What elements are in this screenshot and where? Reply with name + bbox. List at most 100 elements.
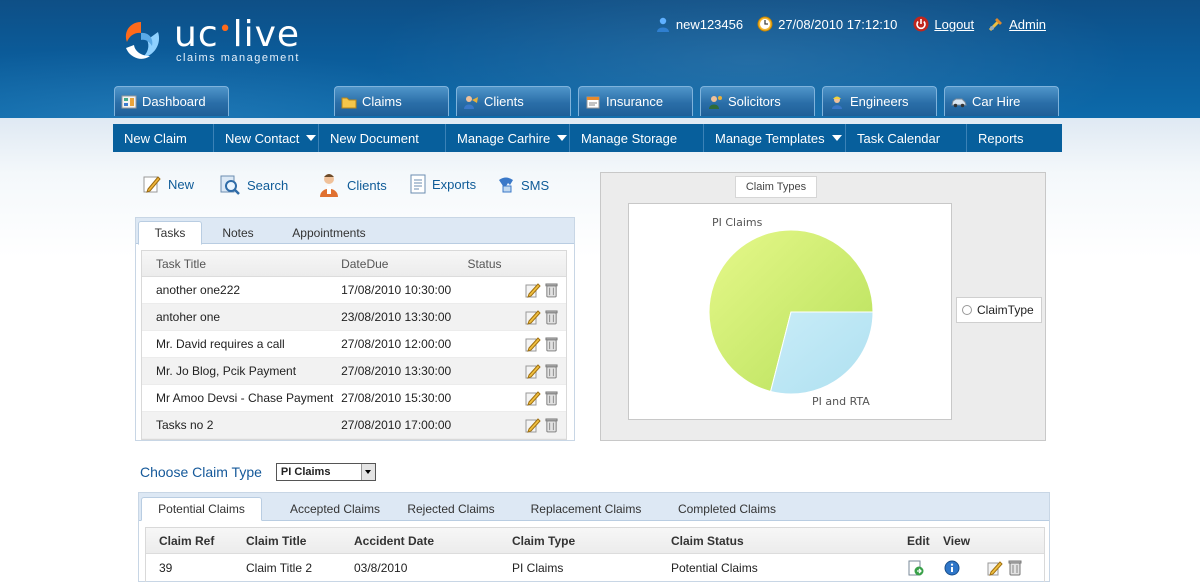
- tab-potential-claims[interactable]: Potential Claims: [141, 497, 262, 521]
- user-info-bar: new123456 27/08/2010 17:12:10 Logout Adm…: [655, 16, 1046, 32]
- cell-status-actions: [467, 336, 566, 352]
- tab-car-hire[interactable]: Car Hire: [944, 86, 1059, 116]
- table-row[interactable]: Tasks no 2 27/08/2010 17:00:00: [142, 412, 566, 439]
- subnav-reports[interactable]: Reports: [967, 124, 1062, 152]
- tab-replacement-claims[interactable]: Replacement Claims: [521, 497, 651, 521]
- username: new123456: [675, 16, 744, 32]
- column-header-datedue[interactable]: DateDue: [341, 257, 467, 271]
- subnav-task-calendar[interactable]: Task Calendar: [846, 124, 967, 152]
- logout-label[interactable]: Logout: [934, 17, 974, 32]
- clients-icon: [464, 95, 478, 109]
- app-logo[interactable]: uc•live claims management: [118, 14, 318, 72]
- clients-icon: [320, 174, 338, 197]
- quick-clients-button[interactable]: Clients: [317, 172, 387, 198]
- tab-accepted-claims[interactable]: Accepted Claims: [269, 497, 401, 521]
- column-header-status[interactable]: Status: [467, 257, 566, 271]
- chart-legend[interactable]: ClaimType: [956, 297, 1042, 323]
- tab-tasks[interactable]: Tasks: [138, 221, 202, 245]
- sub-navigation: New Claim New Contact New Document Manag…: [113, 124, 1062, 152]
- trash-icon[interactable]: [545, 309, 558, 325]
- quick-new-button[interactable]: New: [142, 174, 194, 194]
- column-header-claim-ref[interactable]: Claim Ref: [159, 534, 214, 548]
- edit-pencil-icon[interactable]: [525, 336, 541, 352]
- cell-date-due: 27/08/2010 15:30:00: [341, 391, 452, 405]
- insurance-icon: [586, 96, 600, 108]
- cell-date-due: 17/08/2010 10:30:00: [341, 283, 452, 297]
- tab-appointments[interactable]: Appointments: [276, 221, 382, 245]
- tab-completed-claims[interactable]: Completed Claims: [669, 497, 785, 521]
- legend-marker: [962, 305, 972, 315]
- tab-dashboard[interactable]: Dashboard: [114, 86, 229, 116]
- edit-pencil-icon[interactable]: [525, 417, 541, 433]
- choose-claim-type-label: Choose Claim Type: [140, 464, 262, 480]
- trash-icon[interactable]: [545, 390, 558, 406]
- table-row[interactable]: 39 Claim Title 2 03/8/2010 PI Claims Pot…: [146, 554, 1044, 582]
- subnav-new-claim[interactable]: New Claim: [113, 124, 214, 152]
- edit-pencil-icon[interactable]: [525, 390, 541, 406]
- claim-type-select[interactable]: PI Claims: [275, 463, 376, 481]
- cell-task-title: another one222: [156, 283, 241, 297]
- chevron-down-icon: [831, 135, 842, 141]
- search-icon: [220, 175, 240, 195]
- chart-title: Claim Types: [735, 176, 817, 198]
- main-tab-bar: Dashboard Claims Clients Insurance Solic…: [0, 86, 1200, 116]
- tab-claims[interactable]: Claims: [334, 86, 449, 116]
- column-header-task-title[interactable]: Task Title: [142, 257, 341, 271]
- trash-icon[interactable]: [545, 282, 558, 298]
- edit-pencil-icon[interactable]: [525, 309, 541, 325]
- user-icon: [656, 17, 669, 32]
- column-header-claim-title[interactable]: Claim Title: [246, 534, 306, 548]
- claims-panel: Potential Claims Accepted Claims Rejecte…: [138, 492, 1050, 582]
- claim-type-selected: PI Claims: [280, 466, 331, 478]
- subnav-manage-carhire[interactable]: Manage Carhire: [446, 124, 570, 152]
- current-datetime: 27/08/2010 17:12:10: [778, 16, 898, 32]
- info-icon[interactable]: [944, 560, 960, 576]
- cell-status-actions: [467, 390, 566, 406]
- clock-icon: [757, 16, 773, 32]
- edit-record-icon[interactable]: [908, 560, 924, 576]
- subnav-manage-storage[interactable]: Manage Storage: [570, 124, 704, 152]
- cell-status-actions: [467, 363, 566, 379]
- tab-notes[interactable]: Notes: [206, 221, 270, 245]
- cell-claim-type: PI Claims: [512, 561, 564, 575]
- table-row[interactable]: Mr. Jo Blog, Pcik Payment 27/08/2010 13:3…: [142, 358, 566, 385]
- trash-icon[interactable]: [545, 417, 558, 433]
- edit-pencil-icon[interactable]: [987, 560, 1003, 576]
- cell-task-title: Tasks no 2: [156, 418, 214, 432]
- admin-tools-icon: [989, 18, 1003, 32]
- edit-pencil-icon[interactable]: [525, 282, 541, 298]
- subnav-manage-templates[interactable]: Manage Templates: [704, 124, 846, 152]
- logo-wordmark: uc•live: [174, 14, 301, 55]
- subnav-new-document[interactable]: New Document: [319, 124, 446, 152]
- tasks-tabstrip: Tasks Notes Appointments: [136, 218, 574, 245]
- tab-insurance[interactable]: Insurance: [578, 86, 693, 116]
- admin-link[interactable]: Admin: [988, 16, 1046, 32]
- quick-search-button[interactable]: Search: [219, 174, 288, 196]
- tab-clients[interactable]: Clients: [456, 86, 571, 116]
- folder-icon: [341, 97, 357, 108]
- table-row[interactable]: Mr Amoo Devsi - Chase Payment 27/08/2010 …: [142, 385, 566, 412]
- column-header-accident-date[interactable]: Accident Date: [354, 534, 434, 548]
- column-header-claim-type[interactable]: Claim Type: [512, 534, 575, 548]
- quick-sms-button[interactable]: SMS: [497, 176, 549, 194]
- edit-pencil-icon[interactable]: [525, 363, 541, 379]
- cell-task-title: Mr. David requires a call: [156, 337, 285, 351]
- table-row[interactable]: another one222 17/08/2010 10:30:00: [142, 277, 566, 304]
- subnav-new-contact[interactable]: New Contact: [214, 124, 319, 152]
- table-row[interactable]: antoher one 23/08/2010 13:30:00: [142, 304, 566, 331]
- tab-engineers[interactable]: Engineers: [822, 86, 937, 116]
- table-row[interactable]: Mr. David requires a call 27/08/2010 12:0…: [142, 331, 566, 358]
- cell-status-actions: [467, 282, 566, 298]
- trash-icon[interactable]: [545, 363, 558, 379]
- quick-exports-button[interactable]: Exports: [410, 174, 476, 194]
- cell-date-due: 27/08/2010 12:00:00: [341, 337, 452, 351]
- tab-rejected-claims[interactable]: Rejected Claims: [401, 497, 501, 521]
- logout-link[interactable]: Logout: [913, 16, 974, 32]
- admin-label[interactable]: Admin: [1009, 17, 1046, 32]
- trash-icon[interactable]: [545, 336, 558, 352]
- tab-solicitors[interactable]: Solicitors: [700, 86, 815, 116]
- trash-icon[interactable]: [1008, 559, 1022, 576]
- solicitors-icon: [709, 95, 722, 109]
- dropdown-arrow-icon[interactable]: [360, 464, 375, 480]
- column-header-claim-status[interactable]: Claim Status: [671, 534, 744, 548]
